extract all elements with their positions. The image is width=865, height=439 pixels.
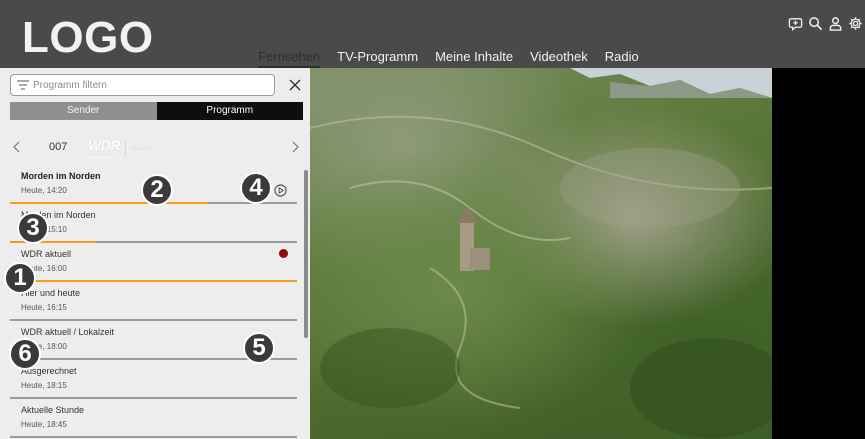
program-item[interactable]: Aktuelle Stunde Heute, 18:45 [0, 400, 310, 439]
progress-track [10, 397, 297, 399]
toggle-programm-button[interactable]: Programm [156, 102, 303, 120]
nav-tab-radio[interactable]: Radio [605, 49, 639, 68]
chevron-right-icon[interactable] [290, 141, 300, 153]
brand-logo[interactable]: LOGO [22, 12, 154, 64]
marker-1: 1 [4, 262, 36, 294]
nav-tab-fernsehen[interactable]: Fernsehen [258, 49, 321, 68]
program-filter-input[interactable] [33, 77, 268, 93]
play-circle-icon[interactable] [274, 184, 287, 197]
marker-2: 2 [141, 174, 173, 206]
channel-logo-divider [124, 140, 126, 157]
channel-hd-label: HD KÖLN [130, 146, 149, 151]
channel-logo: WDR FERNSEHEN HD KÖLN [88, 137, 149, 160]
program-title: WDR aktuell [21, 249, 72, 259]
program-item[interactable]: Ausgerechnet Heute, 18:15 [0, 361, 310, 400]
progress-fill [10, 241, 97, 243]
progress-track [10, 280, 297, 282]
program-time: Heute, 14:20 [21, 186, 67, 195]
main-nav: Fernsehen TV-Programm Meine Inhalte Vide… [258, 49, 639, 68]
header-actions [788, 16, 863, 31]
marker-4: 4 [240, 172, 272, 204]
program-time: Heute, 18:15 [21, 381, 67, 390]
add-channel-icon[interactable] [788, 16, 803, 31]
progress-track [10, 436, 297, 438]
progress-fill [10, 202, 209, 204]
channel-number: 007 [49, 141, 68, 153]
video-letterbox [772, 68, 865, 439]
program-time: Heute, 16:15 [21, 303, 67, 312]
top-header: LOGO Fernsehen TV-Programm Meine Inhalte… [0, 0, 865, 68]
video-frame-scenery [310, 115, 772, 438]
search-icon[interactable] [808, 16, 823, 31]
nav-tab-meine-inhalte[interactable]: Meine Inhalte [435, 49, 513, 68]
program-list: Morden im Norden Heute, 14:20 Morden im … [0, 166, 310, 439]
program-filter-field[interactable] [10, 74, 275, 96]
chevron-left-icon[interactable] [12, 141, 22, 153]
filter-icon [17, 80, 29, 90]
progress-fill [10, 280, 297, 282]
close-icon[interactable] [288, 78, 302, 92]
program-panel: Sender Programm 007 WDR FERNSEHEN HD KÖL… [0, 68, 310, 439]
channel-selector: 007 WDR FERNSEHEN HD KÖLN [0, 134, 310, 160]
user-icon[interactable] [828, 16, 843, 31]
marker-5: 5 [243, 332, 275, 364]
program-title: Morden im Norden [21, 171, 101, 181]
program-title: Aktuelle Stunde [21, 405, 85, 415]
recording-indicator [279, 249, 288, 258]
nav-tab-videothek[interactable]: Videothek [530, 49, 588, 68]
channel-logo-text: WDR [88, 137, 120, 153]
program-time: Heute, 18:45 [21, 420, 67, 429]
nav-tab-tv-programm[interactable]: TV-Programm [337, 49, 418, 68]
video-player[interactable] [310, 68, 772, 439]
program-item[interactable]: Hier und heute Heute, 16:15 [0, 283, 310, 322]
marker-3: 3 [17, 212, 49, 244]
program-title: WDR aktuell / Lokalzeit [21, 327, 115, 337]
channel-logo-subtext: FERNSEHEN [88, 155, 118, 160]
scrollbar[interactable] [304, 170, 308, 338]
view-toggle: Sender Programm [10, 102, 303, 120]
settings-icon[interactable] [848, 16, 863, 31]
progress-track [10, 241, 297, 243]
progress-track [10, 319, 297, 321]
marker-6: 6 [9, 338, 41, 370]
toggle-sender-button[interactable]: Sender [10, 102, 157, 120]
program-item[interactable]: WDR aktuell Heute, 16:00 [0, 244, 310, 283]
